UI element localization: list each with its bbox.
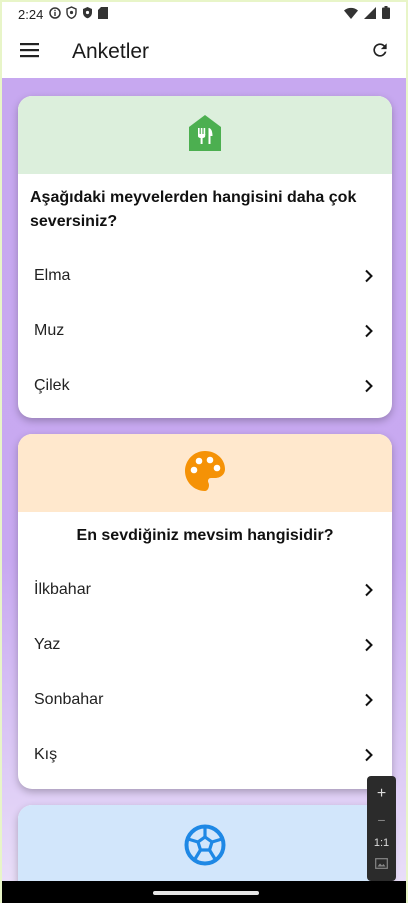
option-label: Yaz	[34, 635, 61, 653]
shield-filled-icon	[82, 6, 93, 22]
status-bar: 2:24	[2, 2, 406, 26]
survey-option[interactable]: İlkbahar	[18, 562, 392, 617]
chevron-right-icon	[360, 746, 378, 764]
app-bar: Anketler	[2, 26, 406, 78]
menu-button[interactable]	[2, 26, 58, 78]
chevron-right-icon	[360, 581, 378, 599]
survey-card: En sevdiğiniz mevsim hangisidir? İlkbaha…	[18, 434, 392, 789]
survey-card	[18, 805, 392, 881]
survey-card-header	[18, 96, 392, 174]
chevron-right-icon	[360, 322, 378, 340]
survey-card-header	[18, 434, 392, 512]
zoom-in-button[interactable]: +	[377, 785, 386, 803]
app-screen: 2:24 Anketler Aşağıdaki meyvelerden hang…	[0, 0, 408, 903]
survey-option[interactable]: Yaz	[18, 617, 392, 672]
palette-icon	[184, 450, 226, 497]
signal-icon	[364, 6, 376, 22]
sd-card-icon	[98, 6, 109, 22]
survey-option[interactable]: Elma	[18, 248, 392, 303]
screenshot-icon[interactable]	[375, 858, 388, 872]
home-gesture-pill[interactable]	[153, 891, 259, 895]
status-right	[344, 6, 390, 22]
battery-icon	[382, 6, 390, 22]
survey-question: Aşağıdaki meyvelerden hangisini daha çok…	[30, 189, 357, 230]
survey-question: En sevdiğiniz mevsim hangisidir?	[76, 527, 334, 544]
chevron-right-icon	[360, 691, 378, 709]
refresh-button[interactable]	[354, 26, 406, 78]
zoom-out-button[interactable]: −	[377, 812, 385, 828]
status-time: 2:24	[18, 6, 44, 22]
option-label: Muz	[34, 321, 65, 339]
restaurant-house-icon	[187, 113, 223, 158]
zoom-controls: + − 1:1	[367, 776, 396, 881]
option-label: İlkbahar	[34, 580, 91, 598]
shield-outline-icon	[66, 6, 78, 22]
chevron-right-icon	[360, 636, 378, 654]
zoom-ratio-button[interactable]: 1:1	[374, 837, 389, 849]
option-label: Elma	[34, 266, 71, 284]
navigation-bar	[2, 881, 406, 903]
option-label: Kış	[34, 745, 58, 763]
page-title: Anketler	[72, 40, 150, 63]
info-icon	[49, 6, 62, 22]
survey-card: Aşağıdaki meyvelerden hangisini daha çok…	[18, 96, 392, 418]
wifi-icon	[344, 7, 358, 22]
survey-list[interactable]: Aşağıdaki meyvelerden hangisini daha çok…	[2, 78, 406, 881]
refresh-icon	[370, 40, 390, 65]
option-label: Çilek	[34, 376, 70, 394]
survey-card-header	[18, 805, 392, 881]
hamburger-menu-icon	[20, 42, 40, 63]
survey-option[interactable]: Kış	[18, 727, 392, 782]
option-label: Sonbahar	[34, 690, 104, 708]
chevron-right-icon	[360, 267, 378, 285]
survey-option[interactable]: Sonbahar	[18, 672, 392, 727]
survey-option[interactable]: Muz	[18, 303, 392, 358]
soccer-ball-icon	[184, 824, 226, 871]
survey-option[interactable]: Çilek	[18, 358, 392, 413]
chevron-right-icon	[360, 377, 378, 395]
